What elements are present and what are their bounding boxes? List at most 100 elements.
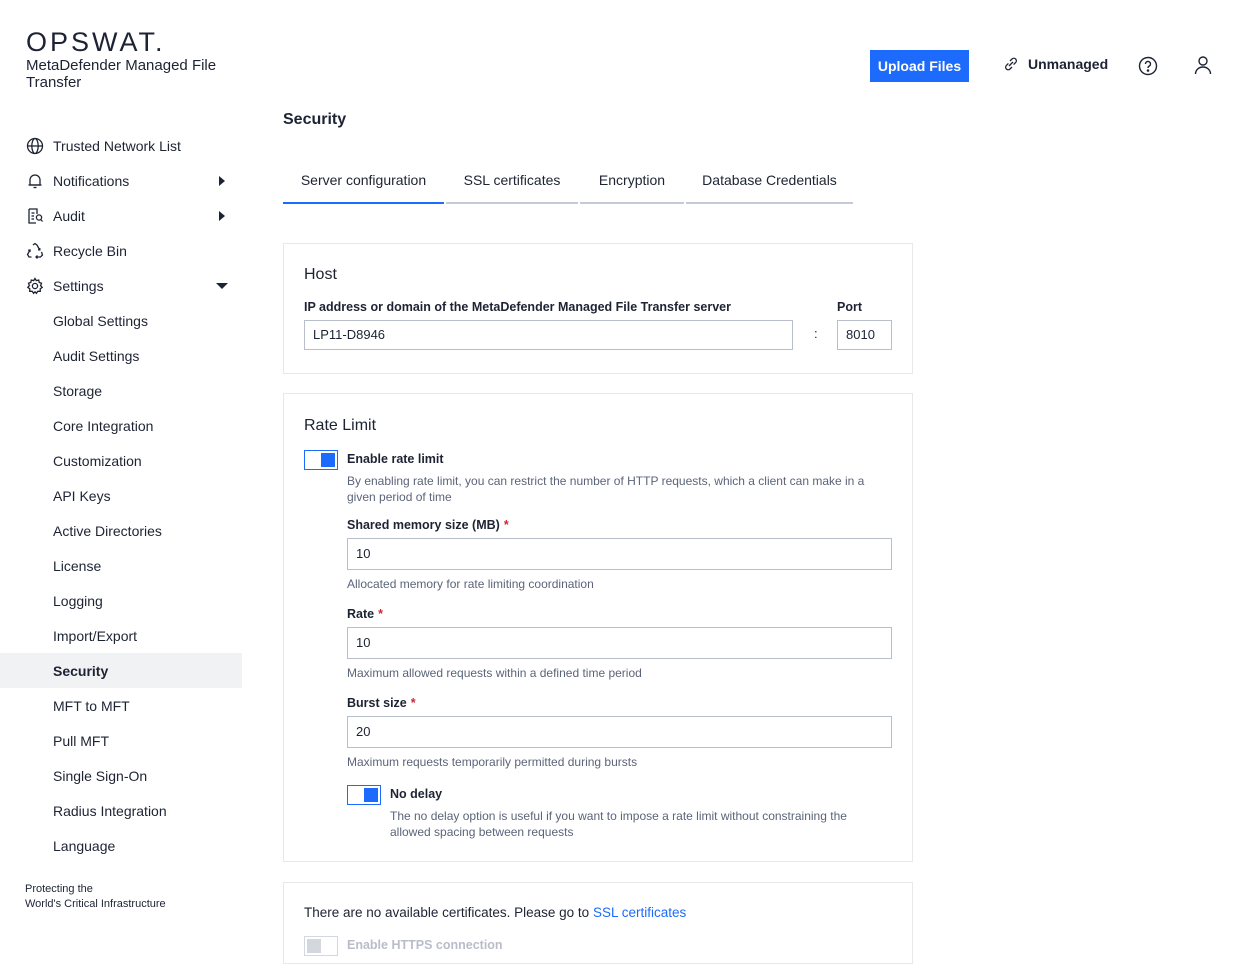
sidebar-item-logging[interactable]: Logging xyxy=(0,583,242,618)
required-mark: * xyxy=(503,518,509,532)
sidebar-item-label: Single Sign-On xyxy=(53,768,148,784)
burst-size-input[interactable]: 20 xyxy=(347,716,892,748)
sidebar-item-label: Logging xyxy=(53,593,103,609)
memory-size-input[interactable]: 10 xyxy=(347,538,892,570)
no-delay-hint: The no delay option is useful if you wan… xyxy=(390,809,847,839)
enable-rate-limit-hint: By enabling rate limit, you can restrict… xyxy=(347,474,865,504)
rate-limit-title: Rate Limit xyxy=(304,417,377,434)
enable-https-label: Enable HTTPS connection xyxy=(347,938,503,952)
sidebar-item-label: Core Integration xyxy=(53,418,154,434)
burst-size-label-text: Burst size xyxy=(347,696,407,710)
upload-files-button[interactable]: Upload Files xyxy=(870,50,969,82)
sidebar-item-security[interactable]: Security xyxy=(0,653,242,688)
unmanaged-link[interactable]: Unmanaged xyxy=(1004,56,1108,72)
sidebar-item-label: Trusted Network List xyxy=(53,138,181,154)
required-mark: * xyxy=(410,696,416,710)
sidebar-item-label: Radius Integration xyxy=(53,803,167,819)
sidebar-item-recycle-bin[interactable]: Recycle Bin xyxy=(0,233,242,268)
sidebar-item-label: Notifications xyxy=(53,173,130,189)
no-delay-toggle[interactable] xyxy=(347,785,381,805)
enable-https-toggle[interactable] xyxy=(304,936,338,956)
sidebar-item-audit-settings[interactable]: Audit Settings xyxy=(0,338,242,373)
rate-hint: Maximum allowed requests within a define… xyxy=(347,666,642,680)
burst-size-hint: Maximum requests temporarily permitted d… xyxy=(347,755,638,769)
footer-line-1: Protecting the xyxy=(25,883,93,895)
sidebar-item-global-settings[interactable]: Global Settings xyxy=(0,303,242,338)
recycle-icon xyxy=(26,242,44,259)
sidebar-item-label: Language xyxy=(53,838,116,854)
https-card: There are no available certificates. Ple… xyxy=(283,882,913,964)
footer-line-2: World's Critical Infrastructure xyxy=(25,898,166,910)
port-label: Port xyxy=(837,300,862,314)
sidebar-item-label: Audit Settings xyxy=(53,348,140,364)
bell-icon xyxy=(28,174,42,189)
memory-size-hint: Allocated memory for rate limiting coord… xyxy=(347,577,594,591)
sidebar-item-settings[interactable]: Settings xyxy=(0,268,242,303)
sidebar-item-storage[interactable]: Storage xyxy=(0,373,242,408)
sidebar-item-label: Pull MFT xyxy=(53,733,109,749)
memory-size-label-text: Shared memory size (MB) xyxy=(347,518,500,532)
caret-right-icon xyxy=(219,176,225,186)
toggle-knob xyxy=(364,788,378,802)
tab-server-configuration[interactable]: Server configuration xyxy=(283,164,444,204)
rate-limit-card: Rate Limit Enable rate limit By enabling… xyxy=(283,393,913,862)
sidebar-item-label: Customization xyxy=(53,453,142,469)
no-delay-label: No delay xyxy=(390,787,443,801)
sidebar-item-label: API Keys xyxy=(53,488,111,504)
address-input[interactable]: LP11-D8946 xyxy=(304,320,793,350)
tab-encryption[interactable]: Encryption xyxy=(580,164,684,204)
sidebar-item-import-export[interactable]: Import/Export xyxy=(0,618,242,653)
sidebar-item-radius-integration[interactable]: Radius Integration xyxy=(0,793,242,828)
toggle-knob xyxy=(321,453,335,467)
sidebar-item-mft-to-mft[interactable]: MFT to MFT xyxy=(0,688,242,723)
host-card: Host IP address or domain of the MetaDef… xyxy=(283,243,913,374)
address-port-separator: : xyxy=(814,326,818,341)
sidebar-item-license[interactable]: License xyxy=(0,548,242,583)
no-certificates-message: There are no available certificates. Ple… xyxy=(304,905,686,920)
rate-input[interactable]: 10 xyxy=(347,627,892,659)
caret-right-icon xyxy=(219,211,225,221)
enable-rate-limit-toggle[interactable] xyxy=(304,450,338,470)
sidebar-item-pull-mft[interactable]: Pull MFT xyxy=(0,723,242,758)
sidebar-item-audit[interactable]: Audit xyxy=(0,198,242,233)
sidebar-item-label: Import/Export xyxy=(53,628,138,644)
help-icon[interactable] xyxy=(1138,56,1158,76)
sidebar-item-label: Security xyxy=(53,663,109,679)
sidebar-item-label: Audit xyxy=(53,208,85,224)
sidebar-item-label: Active Directories xyxy=(53,523,162,539)
sidebar: OPSWAT. MetaDefender Managed File Transf… xyxy=(0,0,242,945)
opswat-logo: OPSWAT. xyxy=(26,27,166,57)
sidebar-item-language[interactable]: Language xyxy=(0,828,242,863)
sidebar-item-core-integration[interactable]: Core Integration xyxy=(0,408,242,443)
ssl-certificates-link[interactable]: SSL certificates xyxy=(593,905,686,920)
rate-label: Rate * xyxy=(347,607,383,621)
audit-icon xyxy=(28,208,43,224)
tab-database-credentials[interactable]: Database Credentials xyxy=(686,164,853,204)
tab-ssl-certificates[interactable]: SSL certificates xyxy=(446,164,578,204)
sidebar-item-label: Global Settings xyxy=(53,313,148,329)
sidebar-item-single-sign-on[interactable]: Single Sign-On xyxy=(0,758,242,793)
required-mark: * xyxy=(378,607,383,621)
sidebar-item-label: License xyxy=(53,558,102,574)
toggle-knob xyxy=(307,939,321,953)
unmanaged-label: Unmanaged xyxy=(1028,56,1109,72)
sidebar-item-label: Storage xyxy=(53,383,103,399)
sidebar-footer: Protecting the World's Critical Infrastr… xyxy=(25,882,166,912)
product-name: MetaDefender Managed File Transfer xyxy=(26,57,217,91)
sidebar-item-active-directories[interactable]: Active Directories xyxy=(0,513,242,548)
port-input[interactable]: 8010 xyxy=(837,320,892,350)
user-icon[interactable] xyxy=(1193,55,1213,75)
sidebar-item-trusted-network-list[interactable]: Trusted Network List xyxy=(0,128,242,163)
sidebar-item-api-keys[interactable]: API Keys xyxy=(0,478,242,513)
sidebar-item-customization[interactable]: Customization xyxy=(0,443,242,478)
sidebar-item-notifications[interactable]: Notifications xyxy=(0,163,242,198)
caret-down-icon xyxy=(216,283,228,289)
gear-icon xyxy=(26,277,44,295)
link-icon xyxy=(1005,57,1017,71)
sidebar-nav: Trusted Network List Notifications Audit… xyxy=(0,128,242,863)
sidebar-item-label: MFT to MFT xyxy=(53,698,130,714)
sidebar-item-label: Recycle Bin xyxy=(53,243,127,259)
no-certificates-text: There are no available certificates. Ple… xyxy=(304,905,590,920)
address-label: IP address or domain of the MetaDefender… xyxy=(304,300,731,314)
page-title: Security xyxy=(283,111,347,128)
